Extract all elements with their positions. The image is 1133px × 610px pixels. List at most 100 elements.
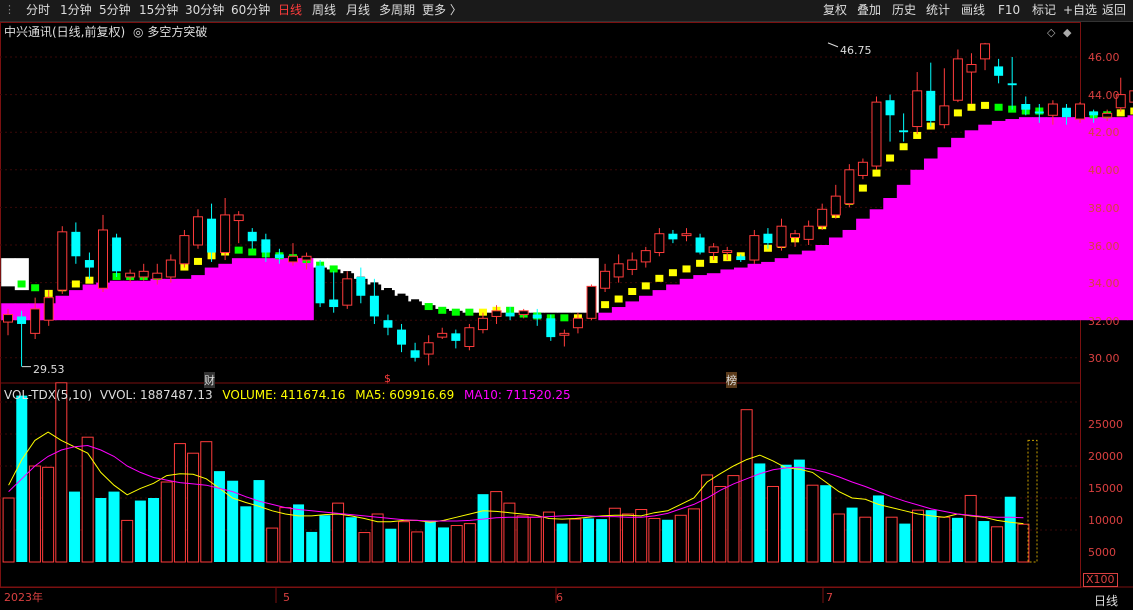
bull-band-segment [666,284,681,321]
volume-tick: 10000 [1088,514,1123,527]
candle-body-up [287,255,298,263]
price-tick: 38.00 [1088,202,1120,215]
volume-bar-up [701,474,714,563]
bear-band-segment [381,258,396,291]
signal-marker [411,299,420,307]
indicator-eye-icon[interactable]: ◎ [133,25,143,39]
candle-body-down [926,90,936,121]
candle-body-down [84,260,94,268]
high-price-label: 46.75 [840,44,872,57]
candle-body-up [708,246,719,254]
f10-button[interactable]: F10 [998,3,1020,18]
volume-bar-up [832,513,845,563]
event-mark-rank[interactable]: 榜 [726,372,737,388]
bull-band-segment [706,273,721,321]
candle-body-up [125,272,136,278]
period-tab-weekly[interactable]: 周线 [312,3,336,18]
date-label: 6 [556,591,563,604]
statistics-button[interactable]: 统计 [926,3,950,18]
candle-body-up [464,327,475,348]
candle-body-up [165,259,176,278]
volume-bar-down [95,498,107,562]
volume-bar-down [306,531,318,562]
add-watchlist-button[interactable]: +自选 [1063,3,1097,18]
volume-bar-up [173,443,186,563]
volume-panel-header: VOL-TDX(5,10) VVOL: 1887487.13 VOLUME: 4… [4,388,571,402]
price-tick: 40.00 [1088,164,1120,177]
history-button[interactable]: 历史 [892,3,916,18]
candle-body-down [885,100,895,116]
signal-marker [628,288,637,295]
signal-marker [601,301,610,309]
bull-band-segment [150,278,165,321]
bull-band-segment [204,267,219,321]
candle-body-up [233,214,244,222]
toggle-diamond-icon[interactable]: ◆ [1063,26,1071,39]
volume-bar-down [780,464,792,562]
volume-bar-up [911,509,924,563]
signal-marker [682,265,691,273]
menu-grip-icon[interactable]: ⋮ [4,3,15,16]
date-label: 2023年 [4,591,43,604]
period-tab-30min[interactable]: 30分钟 [185,3,224,18]
event-mark-finance[interactable]: 财 [204,372,215,388]
candle-body-up [912,90,923,128]
bull-band-segment [679,278,694,321]
candle-body-up [722,250,733,254]
volume-tick: 15000 [1088,482,1123,495]
draw-line-button[interactable]: 画线 [961,3,985,18]
bear-band-segment [557,258,572,313]
candle-body-up [192,216,203,246]
period-tab-5min[interactable]: 5分钟 [99,3,131,18]
candle-body-up [491,310,502,317]
signal-marker [397,293,406,301]
back-button[interactable]: 返回 [1102,3,1126,18]
volume-tick: 25000 [1088,418,1123,431]
adjust-button[interactable]: 复权 [823,3,847,18]
volume-bar-up [622,513,635,563]
period-tab-daily[interactable]: 日线 [278,3,302,18]
candle-body-down [1007,83,1017,86]
signal-marker [451,308,460,316]
kline-chart-svg[interactable] [0,22,1133,610]
volume-bar-down [925,510,937,562]
signal-marker [17,280,26,288]
volume-bar-down [477,494,489,562]
candle-body-down [369,295,379,317]
volume-bar-up [358,532,371,563]
candle-body-up [301,255,312,261]
volume-indicator-name[interactable]: VOL-TDX(5,10) [4,388,92,402]
signal-marker [886,154,895,162]
indicator-name[interactable]: 多空方突破 [147,25,207,39]
bear-band-segment [530,258,545,313]
mark-button[interactable]: 标记 [1032,3,1056,18]
volume-bar-up [121,519,134,563]
bull-band-segment [964,130,979,321]
volume-bar-down [319,515,331,562]
candle-body-down [546,318,556,338]
period-tab-1min[interactable]: 1分钟 [60,3,92,18]
signal-marker [71,280,80,288]
candle-body-down [1089,111,1099,116]
period-tab-monthly[interactable]: 月线 [346,3,370,18]
volume-bar-up [740,409,753,563]
period-tab-60min[interactable]: 60分钟 [231,3,270,18]
volume-bar-up [569,518,582,563]
period-tab-15min[interactable]: 15分钟 [139,3,178,18]
bull-band-segment [625,301,640,321]
period-tab-fenshi[interactable]: 分时 [26,3,50,18]
candle-body-down [383,320,393,328]
candle-body-up [518,310,529,316]
volume-bar-up [964,494,977,563]
price-tick: 46.00 [1088,51,1120,64]
collapse-diamond-icon[interactable]: ◇ [1047,26,1055,39]
event-mark-dividend[interactable]: $ [384,372,391,385]
ma10-value: MA10: 711520.25 [464,388,571,402]
period-tab-multi[interactable]: 多周期 [379,3,415,18]
period-tab-more[interactable]: 更多 〉 [422,3,462,18]
overlay-button[interactable]: 叠加 [857,3,881,18]
bull-band-segment [1046,117,1061,321]
candle-body-down [329,299,339,308]
candle-body-up [43,297,54,321]
volume-bar-up [411,531,424,563]
